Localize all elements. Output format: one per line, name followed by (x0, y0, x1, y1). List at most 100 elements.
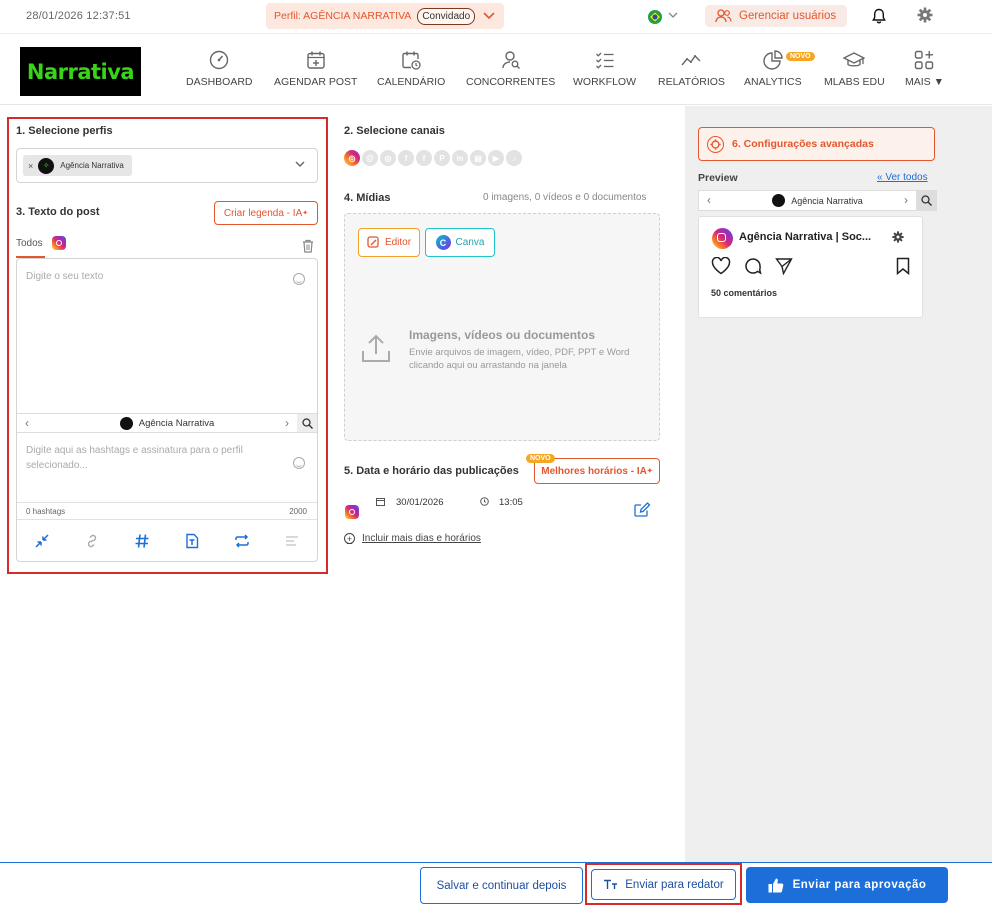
send-to-writer-button[interactable]: Enviar para redator (591, 869, 736, 900)
prev-profile-icon[interactable]: ‹ (707, 193, 711, 207)
send-for-approval-label: Enviar para aprovação (792, 879, 927, 891)
canva-label: Canva (455, 237, 485, 248)
tiktok-icon[interactable]: ♪ (506, 150, 522, 166)
ai-caption-button[interactable]: Criar legenda - IA ✦ (214, 201, 318, 225)
facebook-icon[interactable]: f (398, 150, 414, 166)
save-continue-button[interactable]: Salvar e continuar depois (420, 867, 583, 904)
post-text-input[interactable]: Digite o seu texto (26, 269, 103, 284)
send-for-approval-button[interactable]: Enviar para aprovação (746, 867, 948, 903)
canva-button[interactable]: C Canva (425, 228, 495, 257)
preview-account-name: Agência Narrativa | Soc... (739, 231, 872, 243)
see-all-link[interactable]: « Ver todos (877, 172, 928, 183)
guest-badge: Convidado (417, 7, 476, 25)
add-more-times-link[interactable]: + Incluir mais dias e horários (344, 533, 481, 544)
chevron-down-icon[interactable] (483, 12, 495, 20)
settings-gear-icon[interactable] (917, 7, 933, 23)
profile-selector[interactable]: Perfil: AGÊNCIA NARRATIVA Convidado (266, 3, 504, 29)
linkedin-icon[interactable]: in (452, 150, 468, 166)
nav-more[interactable]: MAIS ▼ (905, 50, 944, 88)
preview-card: Agência Narrativa | Soc... 50 comentário… (698, 216, 923, 318)
schedule-time[interactable]: 13:05 (499, 497, 523, 508)
schedule-entry: 30/01/2026 13:05 (344, 495, 660, 525)
emoji-icon[interactable] (293, 457, 305, 469)
logo-text: Narrativa (26, 59, 135, 84)
profile-avatar (119, 416, 133, 430)
chip-remove-icon[interactable]: × (28, 161, 33, 171)
footer-actions: Salvar e continuar depois Enviar para re… (0, 862, 992, 905)
datetime: 28/01/2026 12:37:51 (26, 10, 131, 22)
repeat-icon[interactable] (234, 533, 250, 549)
nav-reports[interactable]: RELATÓRIOS (658, 50, 725, 88)
shrink-icon[interactable] (34, 533, 50, 549)
nav-competitors-label: CONCORRENTES (466, 76, 556, 88)
gear-icon[interactable] (892, 231, 904, 243)
nav-mlabs-edu-label: MLABS EDU (824, 76, 885, 88)
brand-logo[interactable]: Narrativa (20, 47, 141, 96)
image-editor-button[interactable]: Editor (358, 228, 420, 257)
edit-icon[interactable] (634, 502, 651, 517)
nav-competitors[interactable]: CONCORRENTES (466, 50, 555, 88)
post-text-title: 3. Texto do post (16, 206, 100, 218)
media-dropzone[interactable]: Editor C Canva Imagens, vídeos ou docume… (344, 213, 660, 441)
text-template-icon[interactable] (184, 533, 200, 549)
instagram-stories-icon[interactable]: ◎ (380, 150, 396, 166)
analytics-new-badge: NOVO (786, 52, 815, 61)
upload-icon (361, 332, 391, 364)
checklist-icon (595, 52, 613, 69)
manage-users-button[interactable]: Gerenciar usuários (705, 5, 847, 27)
schedule-title: 5. Data e horário das publicações (344, 465, 519, 477)
nav-dashboard[interactable]: DASHBOARD (186, 50, 253, 88)
editor-toolbar (17, 519, 317, 561)
clock-icon (480, 497, 489, 506)
comment-icon (744, 257, 762, 275)
nav-mlabs-edu[interactable]: MLABS EDU (824, 50, 885, 88)
nav-schedule-post[interactable]: AGENDAR POST (274, 50, 357, 88)
tab-all[interactable]: Todos (16, 238, 43, 249)
align-left-icon[interactable] (284, 533, 300, 549)
threads-icon[interactable]: @ (362, 150, 378, 166)
preview-actions (711, 257, 916, 277)
brazil-flag-icon[interactable] (648, 10, 662, 24)
nav-calendar[interactable]: CALENDÁRIO (377, 50, 445, 88)
thumbs-up-icon (768, 878, 783, 892)
dropzone-subtitle: Envie arquivos de imagem, vídeo, PDF, PP… (409, 347, 630, 371)
preview-profile-name: Agência Narrativa (791, 195, 863, 206)
sparkle-icon: ✦ (302, 210, 309, 217)
gmb-icon[interactable]: ▤ (470, 150, 486, 166)
search-icon[interactable] (297, 414, 317, 432)
profiles-select[interactable]: × ✧ Agência Narrativa (16, 148, 318, 183)
nav-workflow[interactable]: WORKFLOW (573, 50, 636, 88)
language-chevron-icon[interactable] (668, 12, 678, 19)
instagram-tab-icon[interactable] (52, 236, 66, 250)
search-icon[interactable] (916, 191, 936, 210)
plus-circle-icon: + (344, 533, 355, 544)
next-profile-icon[interactable]: › (904, 193, 908, 207)
advanced-settings-button[interactable]: 6. Configurações avançadas (698, 127, 935, 161)
hashtags-input[interactable]: Digite aqui as hashtags e assinatura par… (26, 443, 288, 473)
calendar-clock-icon (402, 51, 421, 70)
gauge-icon (210, 50, 229, 70)
pinterest-icon[interactable]: P (434, 150, 450, 166)
schedule-date[interactable]: 30/01/2026 (396, 497, 444, 508)
youtube-icon[interactable]: ▶ (488, 150, 504, 166)
emoji-icon[interactable] (293, 273, 305, 285)
link-icon[interactable] (84, 533, 100, 549)
nav-more-label: MAIS ▼ (905, 76, 944, 88)
add-more-label: Incluir mais dias e horários (362, 533, 481, 544)
calendar-plus-icon (307, 51, 325, 69)
manage-users-label: Gerenciar usuários (739, 10, 837, 22)
media-count: 0 imagens, 0 vídeos e 0 documentos (483, 192, 647, 203)
line-chart-icon (681, 54, 701, 66)
bell-icon[interactable] (872, 8, 886, 24)
prev-profile-icon[interactable]: ‹ (25, 416, 29, 430)
facebook-group-icon[interactable]: f (416, 150, 432, 166)
text-size-icon (604, 879, 618, 889)
post-editor: Digite o seu texto ‹ Agência Narrativa ›… (16, 258, 318, 562)
chevron-down-icon[interactable] (295, 161, 305, 168)
trash-icon[interactable] (302, 239, 314, 253)
sparkle-icon: ✦ (646, 468, 653, 475)
hashtag-icon[interactable] (134, 533, 150, 549)
next-profile-icon[interactable]: › (285, 416, 289, 430)
media-title: 4. Mídias (344, 192, 391, 204)
instagram-icon[interactable]: ◎ (344, 150, 360, 166)
